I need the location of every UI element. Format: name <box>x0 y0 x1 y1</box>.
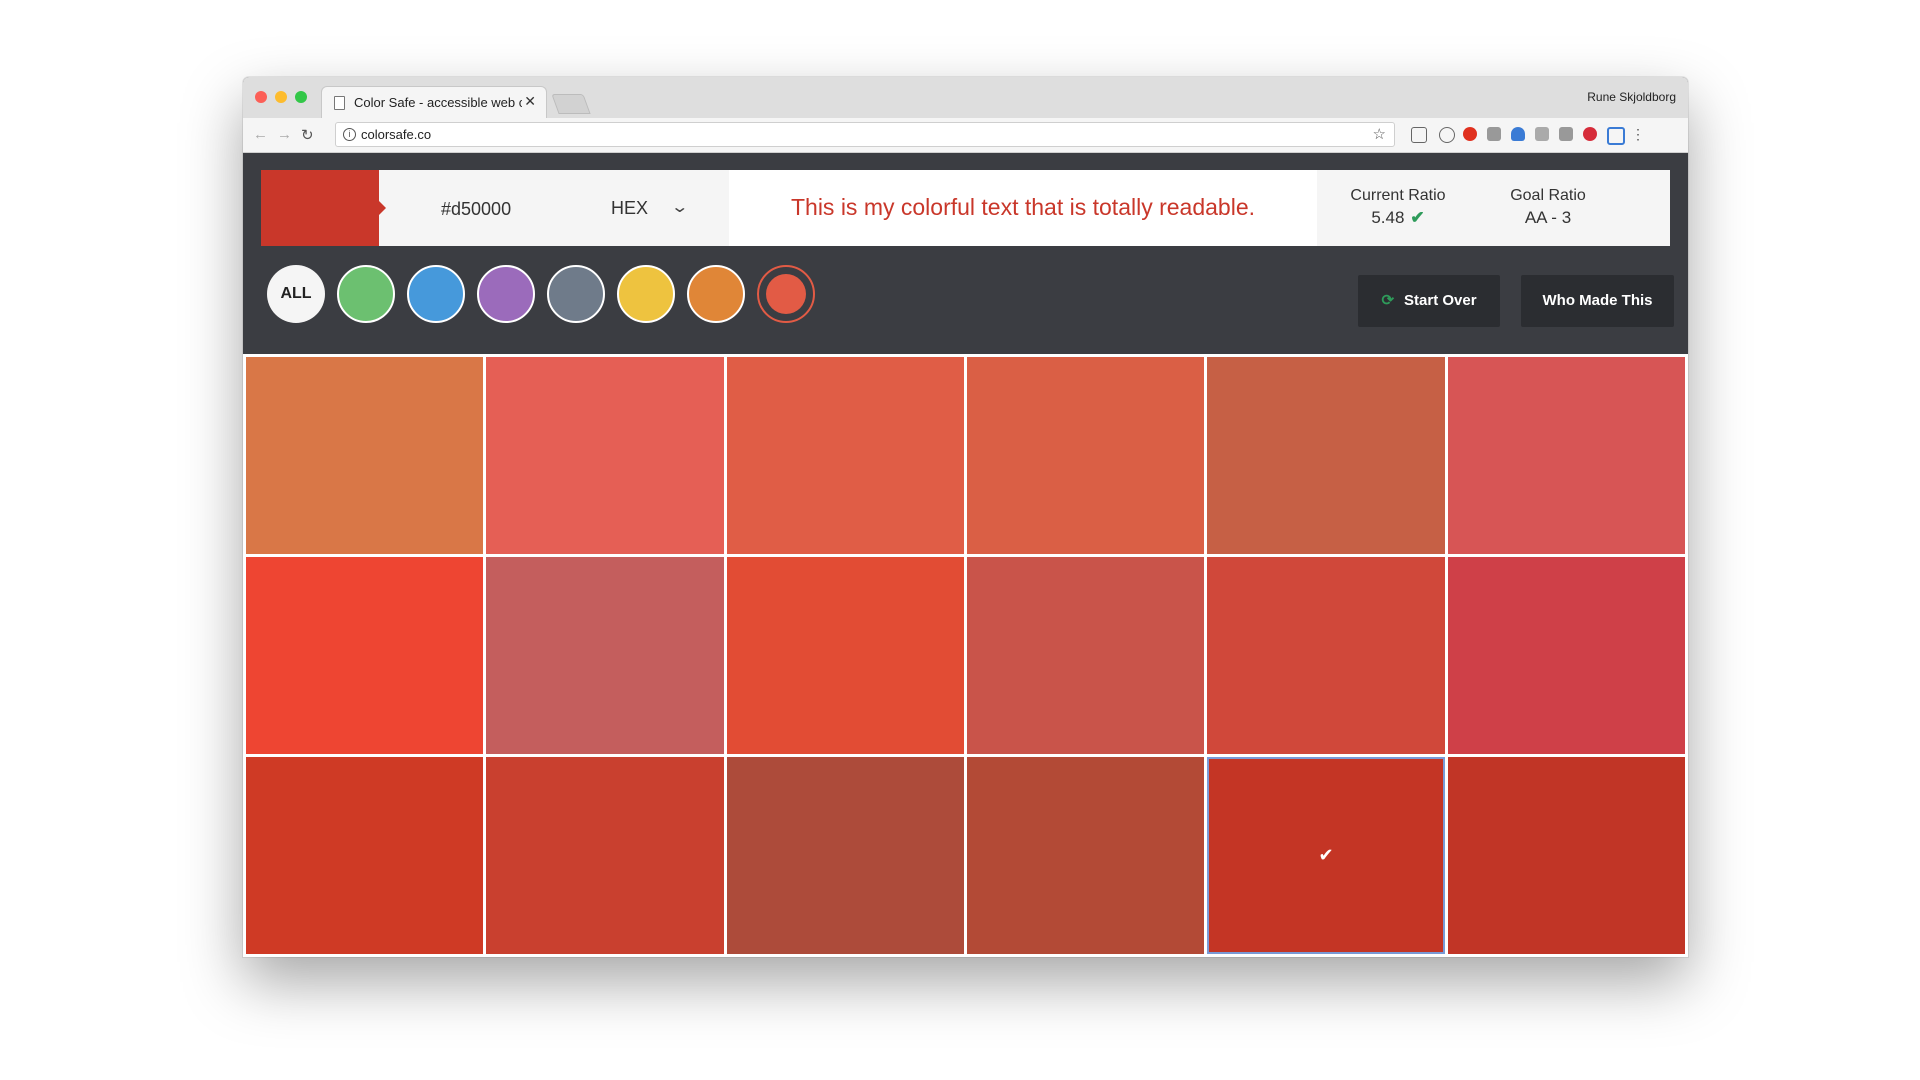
profile-name[interactable]: Rune Skjoldborg <box>1587 90 1676 104</box>
color-swatch[interactable] <box>726 757 964 954</box>
color-palette-grid: ✔ <box>243 354 1688 957</box>
current-ratio: Current Ratio 5.48 ✔ <box>1323 187 1473 228</box>
title-bar: Color Safe - accessible web c… ✕ Rune Sk… <box>243 77 1688 118</box>
browser-toolbar: ← → ↻ i colorsafe.co ☆ ⋮ <box>243 118 1688 153</box>
new-tab-button[interactable] <box>551 94 591 114</box>
reload-icon[interactable]: ↻ <box>301 126 314 144</box>
color-swatch[interactable] <box>726 357 964 554</box>
password-icon[interactable] <box>1439 127 1455 143</box>
selected-color-swatch[interactable] <box>261 170 379 246</box>
address-bar[interactable]: i colorsafe.co ☆ <box>335 122 1395 147</box>
opera-icon[interactable] <box>1463 127 1477 141</box>
goal-ratio-value[interactable]: AA - 3 <box>1473 208 1623 228</box>
text-preview: This is my colorful text that is totally… <box>729 170 1317 246</box>
cast-icon[interactable] <box>1411 127 1427 143</box>
color-swatch[interactable] <box>1207 357 1445 554</box>
filter-orange-button[interactable] <box>687 265 745 323</box>
url-text[interactable]: colorsafe.co <box>361 127 431 142</box>
extension-icon[interactable] <box>1535 127 1549 141</box>
filter-gray-button[interactable] <box>547 265 605 323</box>
minimize-window-button[interactable] <box>275 91 287 103</box>
color-swatch[interactable] <box>1447 357 1685 554</box>
color-swatch[interactable] <box>486 357 724 554</box>
browser-tab[interactable]: Color Safe - accessible web c… ✕ <box>321 86 547 118</box>
start-over-button[interactable]: ⟳ Start Over <box>1358 275 1500 327</box>
filter-blue-button[interactable] <box>407 265 465 323</box>
close-tab-icon[interactable]: ✕ <box>524 93 536 110</box>
color-swatch[interactable] <box>246 757 484 954</box>
chevron-down-icon[interactable]: ⌄ <box>670 197 689 217</box>
color-swatch[interactable] <box>967 357 1205 554</box>
color-header: #d50000 HEX ⌄ This is my colorful text t… <box>261 170 1670 246</box>
format-select[interactable]: HEX <box>611 198 648 219</box>
info-icon[interactable]: i <box>343 128 356 141</box>
menu-dots-icon[interactable]: ⋮ <box>1631 127 1645 141</box>
color-swatch[interactable] <box>1447 557 1685 754</box>
forward-arrow-icon[interactable]: → <box>277 126 292 143</box>
swatch-pointer <box>379 201 386 215</box>
tab-title: Color Safe - accessible web c… <box>354 95 522 110</box>
check-icon: ✔ <box>1410 208 1425 227</box>
back-arrow-icon[interactable]: ← <box>253 126 268 143</box>
start-over-label: Start Over <box>1404 292 1477 309</box>
selected-check-icon: ✔ <box>1318 845 1334 865</box>
color-swatch[interactable] <box>486 757 724 954</box>
window-controls <box>255 91 307 103</box>
color-swatch[interactable] <box>967 757 1205 954</box>
color-swatch[interactable]: ✔ <box>1207 757 1445 954</box>
page-icon <box>334 96 345 110</box>
refresh-icon: ⟳ <box>1381 292 1395 309</box>
download-icon[interactable] <box>1511 127 1525 141</box>
filter-green-button[interactable] <box>337 265 395 323</box>
color-swatch[interactable] <box>726 557 964 754</box>
color-swatch[interactable] <box>1447 757 1685 954</box>
current-ratio-label: Current Ratio <box>1350 187 1446 204</box>
filter-all-button[interactable]: ALL <box>267 265 325 323</box>
puzzle-icon[interactable] <box>1559 127 1573 141</box>
goal-ratio-label: Goal Ratio <box>1510 187 1586 204</box>
color-swatch[interactable] <box>486 557 724 754</box>
who-made-this-button[interactable]: Who Made This <box>1521 275 1674 327</box>
camera-icon[interactable] <box>1487 127 1501 141</box>
color-swatch[interactable] <box>246 557 484 754</box>
filter-yellow-button[interactable] <box>617 265 675 323</box>
color-swatch[interactable] <box>246 357 484 554</box>
sample-text: This is my colorful text that is totally… <box>790 194 1256 220</box>
color-swatch[interactable] <box>967 557 1205 754</box>
browser-window: Color Safe - accessible web c… ✕ Rune Sk… <box>243 77 1688 957</box>
bookmark-star-icon[interactable]: ☆ <box>1373 125 1386 143</box>
pinterest-icon[interactable] <box>1583 127 1597 141</box>
filter-red-button[interactable] <box>757 265 815 323</box>
current-ratio-value: 5.48 <box>1371 208 1405 227</box>
capture-icon[interactable] <box>1607 127 1625 145</box>
color-swatch[interactable] <box>1207 557 1445 754</box>
maximize-window-button[interactable] <box>295 91 307 103</box>
goal-ratio: Goal Ratio AA - 3 <box>1473 187 1623 228</box>
hex-input[interactable]: #d50000 <box>441 199 511 220</box>
filter-purple-button[interactable] <box>477 265 535 323</box>
close-window-button[interactable] <box>255 91 267 103</box>
